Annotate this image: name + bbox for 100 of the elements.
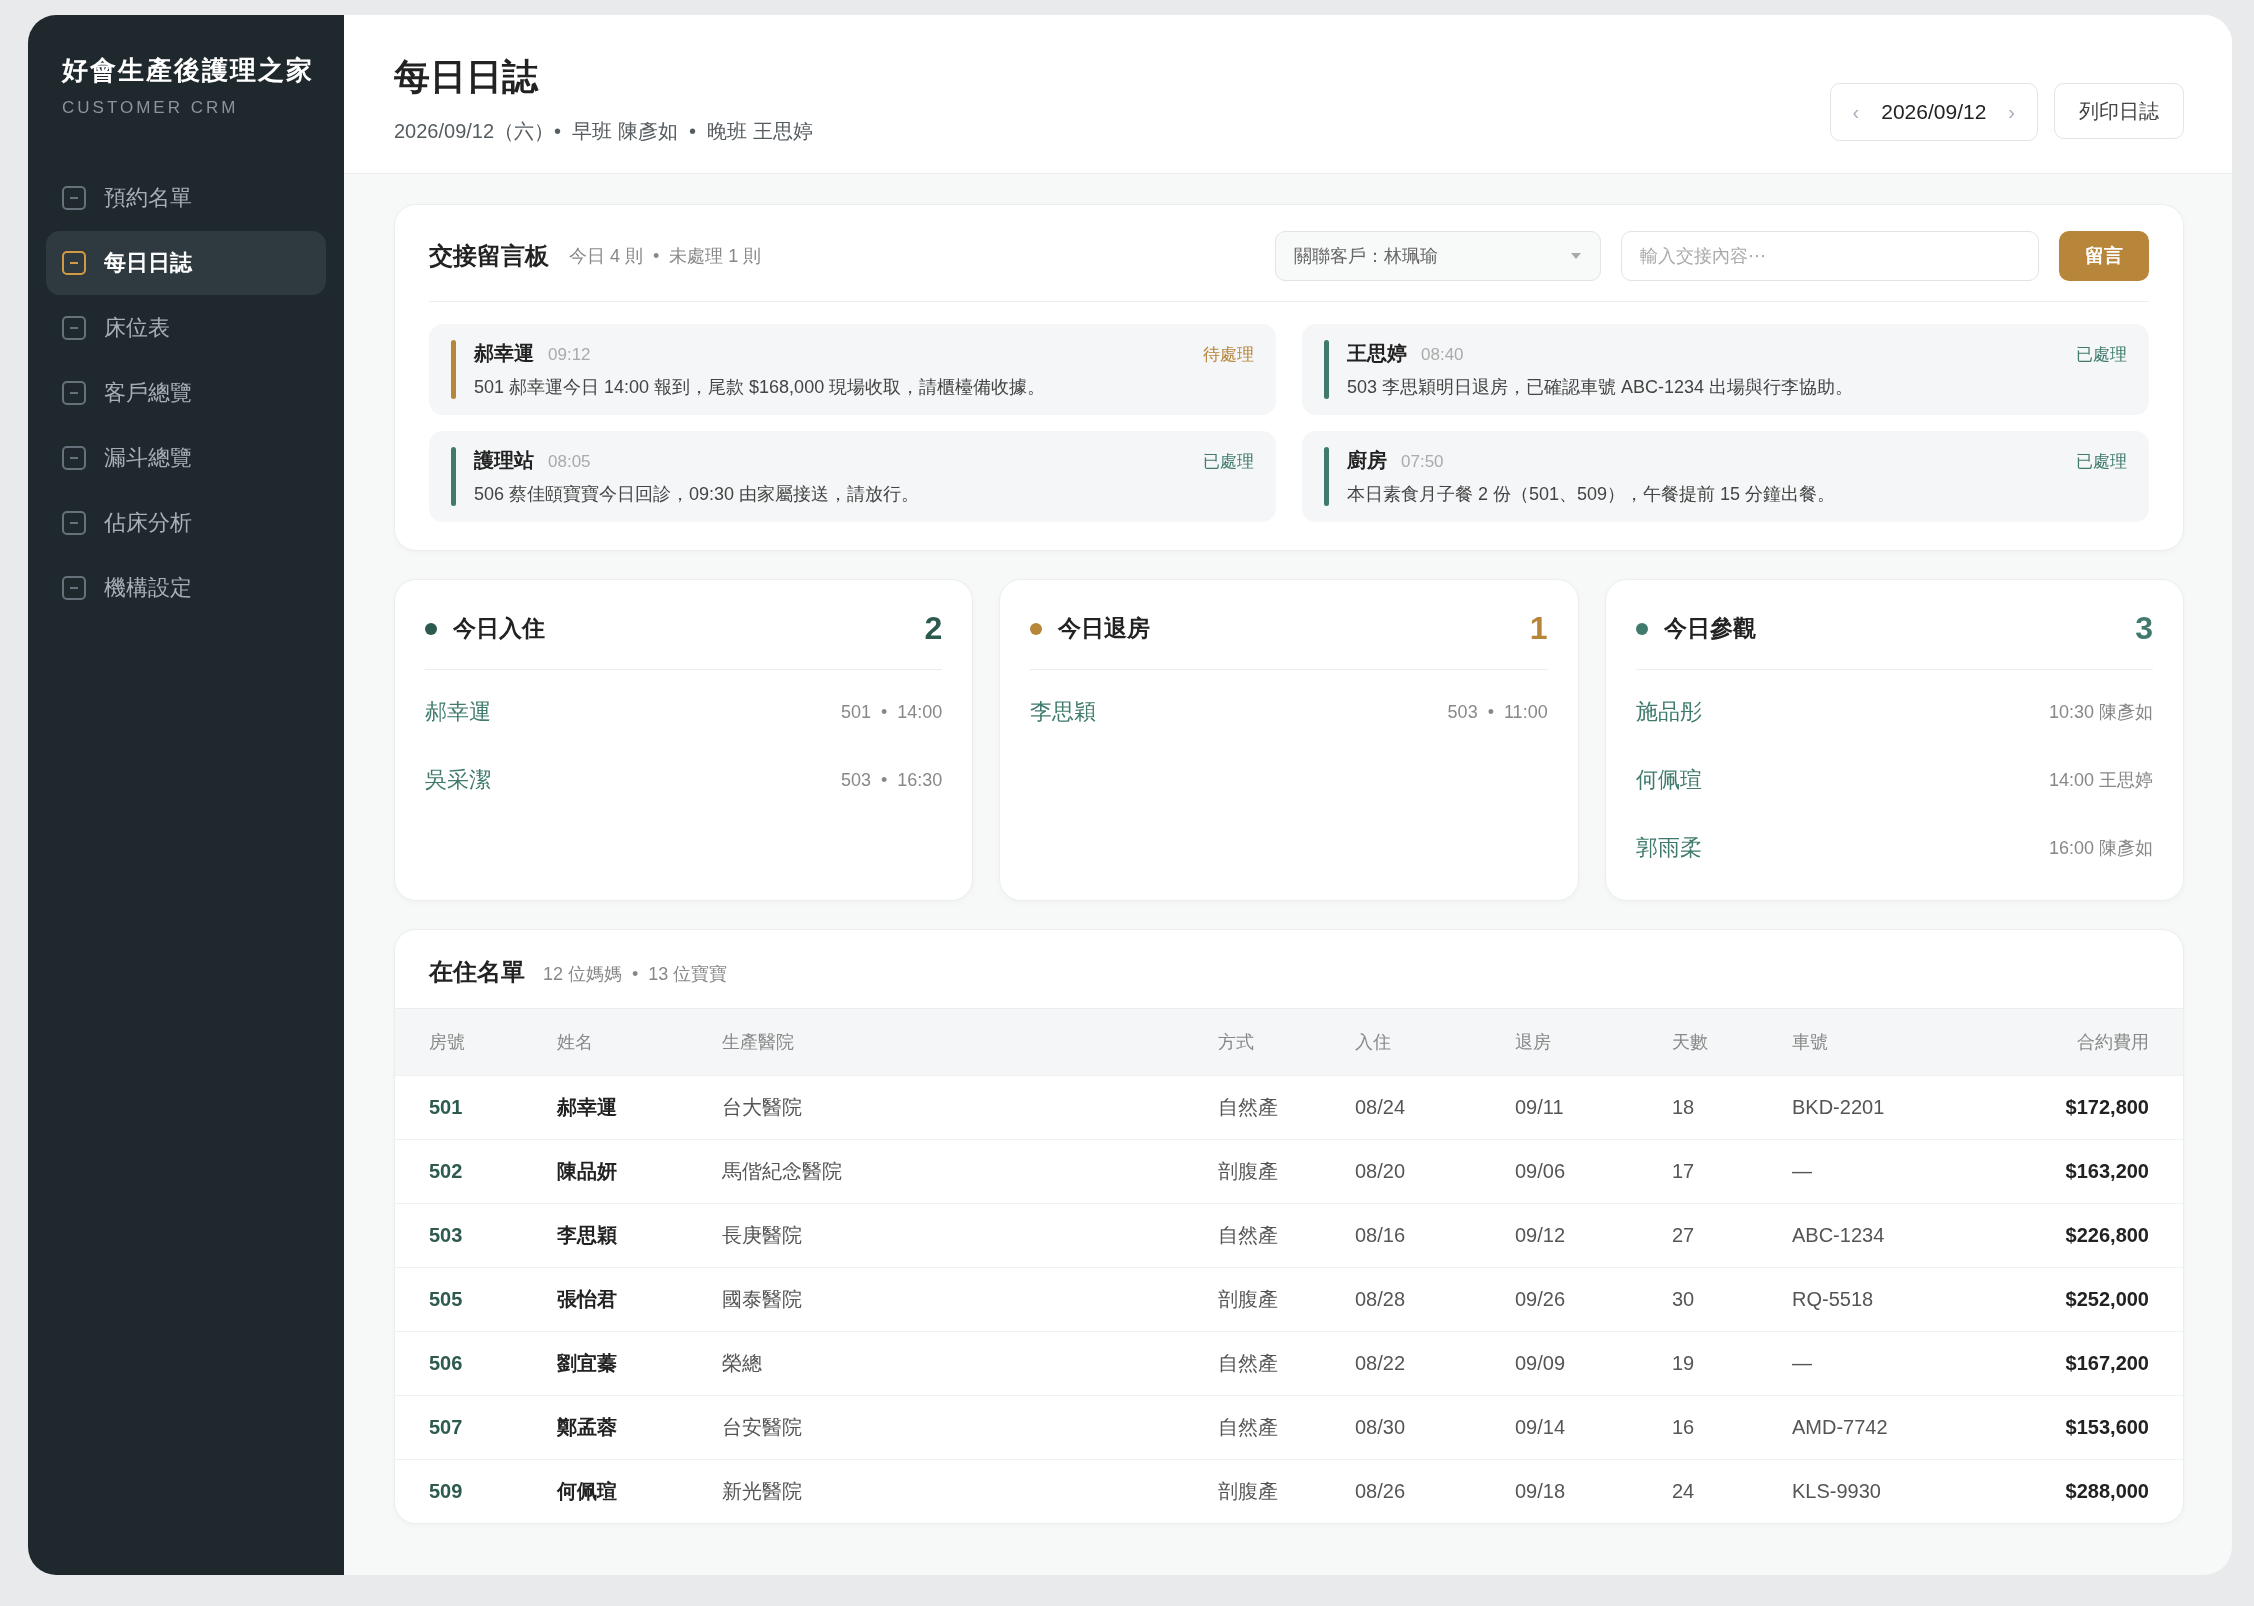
table-cell-text: 自然產 [1218,1351,1279,1376]
table-cell-text: — [1792,1160,1813,1183]
message-input[interactable]: 輸入交接內容⋯ [1621,231,2039,281]
table-cell-text: 27 [1672,1224,1696,1247]
message-author: 王思婷 [1347,341,1407,366]
column-header: 入住 [1355,1031,1392,1054]
card-count: 2 [924,610,943,647]
column-header: 合約費用 [2076,1031,2149,1054]
sidebar-item[interactable]: 客戶總覽 [46,361,326,425]
table-cell-text: 09/12 [1515,1224,1567,1247]
table-cell-text: 剖腹產 [1218,1159,1279,1184]
nav-icon [62,186,86,210]
nav-icon [62,576,86,600]
table-cell-text: 501 [429,1096,464,1119]
message-status: 已處理 [2076,451,2127,473]
table-cell-text: 24 [1672,1480,1696,1503]
sidebar-item[interactable]: 床位表 [46,296,326,360]
table-cell-text: 台大醫院 [722,1095,803,1120]
guest-name[interactable]: 郝幸運 [425,697,491,727]
table-cell-text: 張怡君 [557,1287,618,1312]
guest-name[interactable]: 吳采潔 [425,765,491,795]
table-cell-text: 自然產 [1218,1095,1279,1120]
message-author: 廚房 [1347,448,1387,473]
guest-detail: 16:00 陳彥如 [2048,837,2153,860]
table-cell-text: 08/22 [1355,1352,1407,1375]
message-text: 本日素食月子餐 2 份（501、509），午餐提前 15 分鐘出餐。 [1347,483,1837,506]
page-subtitle: 2026/09/12（六）• 早班 陳彥如 • 晚班 王思婷 [394,119,813,144]
message-text: 506 蔡佳頤寶寶今日回診，09:30 由家屬接送，請放行。 [474,483,921,506]
brand-subtitle: CUSTOMER CRM [62,98,239,118]
table-cell-text: 鄭孟蓉 [557,1415,618,1440]
guest-name[interactable]: 何佩瑄 [1635,765,1702,795]
table-cell-text: 507 [429,1416,464,1439]
message-text: 501 郝幸運今日 14:00 報到，尾款 $168,000 現場收取，請櫃檯備收據。 [474,376,1047,399]
table-cell-text: 08/16 [1355,1224,1407,1247]
table-cell-text: $252,000 [2064,1288,2149,1311]
table-cell-text: 08/20 [1355,1160,1407,1183]
table-cell-text: 09/11 [1515,1096,1565,1119]
table-cell-text: 09/09 [1515,1352,1567,1375]
table-cell-text: 09/14 [1515,1416,1567,1439]
guest-name[interactable]: 李思穎 [1030,697,1097,727]
guest-detail: 503 • 16:30 [840,769,943,791]
column-header: 退房 [1515,1031,1552,1054]
table-cell-text: KLS-9930 [1792,1480,1882,1503]
guest-detail: 14:00 王思婷 [2048,769,2153,792]
nav-icon [62,316,86,340]
caret-icon [1570,252,1582,260]
guest-name[interactable]: 郭雨柔 [1635,833,1702,863]
table-cell-text: 郝幸運 [557,1095,618,1120]
table-cell-text: 503 [429,1224,464,1247]
table-cell-text: BKD-2201 [1792,1096,1886,1119]
table-cell-text: $172,800 [2064,1096,2149,1119]
column-header: 車號 [1792,1031,1829,1054]
message-time: 08:05 [548,452,591,472]
table-cell-text: 08/30 [1355,1416,1407,1439]
guest-detail: 10:30 陳彥如 [2048,701,2153,724]
submit-button[interactable]: 留言 [2059,231,2149,281]
column-header: 天數 [1672,1031,1709,1054]
card-summary: 12 位媽媽 • 13 位寶寶 [543,963,728,986]
sidebar-item[interactable]: 每日日誌 [46,231,326,295]
table-cell-text: 08/28 [1355,1288,1407,1311]
table-cell-text: 09/06 [1515,1160,1567,1183]
card-summary: 今日 4 則 • 未處理 1 則 [569,245,762,268]
message-time: 08:40 [1421,345,1464,365]
table-cell-text: 國泰醫院 [722,1287,803,1312]
table-cell-text: $163,200 [2064,1160,2149,1183]
table-cell-text: 剖腹產 [1218,1479,1279,1504]
message-time: 07:50 [1401,452,1444,472]
table-cell-text: 09/26 [1515,1288,1567,1311]
table-cell-text: 何佩瑄 [557,1479,618,1504]
sidebar-item[interactable]: 預約名單 [46,166,326,230]
table-cell-text: 16 [1672,1416,1696,1439]
guest-detail: 503 • 11:00 [1447,701,1548,723]
guest-name[interactable]: 施品彤 [1635,697,1702,727]
table-cell-text: $167,200 [2064,1352,2149,1375]
sidebar-item[interactable]: 佔床分析 [46,491,326,555]
card-title: 今日入住 [453,614,545,643]
table-cell-text: 30 [1672,1288,1696,1311]
table-cell-text: 榮總 [722,1351,763,1376]
column-header: 姓名 [557,1031,594,1054]
print-button[interactable]: 列印日誌 [2054,83,2184,139]
sidebar-item[interactable]: 漏斗總覽 [46,426,326,490]
column-header: 房號 [429,1031,466,1054]
sidebar-item[interactable]: 機構設定 [46,556,326,620]
message-text: 503 李思穎明日退房，已確認車號 ABC-1234 出場與行李協助。 [1347,376,1855,399]
table-cell-text: 自然產 [1218,1223,1279,1248]
table-cell-text: 18 [1672,1096,1696,1119]
table-cell-text: $153,600 [2064,1416,2149,1439]
column-header: 方式 [1218,1031,1255,1054]
nav-icon [62,511,86,535]
message-time: 09:12 [548,345,591,365]
table-cell-text: 新光醫院 [722,1479,803,1504]
table-cell-text: 509 [429,1480,464,1503]
table-cell-text: 劉宜蓁 [557,1351,618,1376]
client-select[interactable]: 關聯客戶：林珮瑜 [1275,231,1601,281]
card-count: 3 [2135,610,2153,647]
message-status: 已處理 [1203,451,1254,473]
date-value: 2026/09/12 [1881,100,1987,124]
card-title: 交接留言板 [429,241,549,271]
table-cell-text: 李思穎 [557,1223,618,1248]
table-cell-text: 08/26 [1355,1480,1407,1503]
